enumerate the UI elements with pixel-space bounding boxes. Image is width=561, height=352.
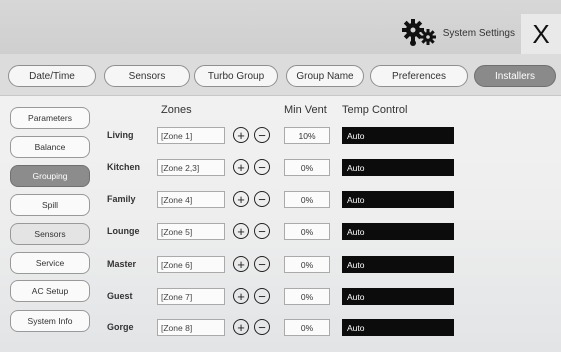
sidebar-item-spill[interactable]: Spill bbox=[10, 194, 90, 216]
min-vent-value-lounge: 0% bbox=[284, 223, 330, 240]
minus-icon[interactable]: − bbox=[254, 223, 270, 239]
temp-control-select-master[interactable]: Auto bbox=[342, 256, 454, 273]
zone-field-family[interactable]: [Zone 4] bbox=[157, 191, 225, 208]
tab-sensors[interactable]: Sensors bbox=[104, 65, 190, 87]
sidebar-item-sensors[interactable]: Sensors bbox=[10, 223, 90, 245]
plus-icon[interactable]: + bbox=[233, 319, 249, 335]
min-vent-value-living: 10% bbox=[284, 127, 330, 144]
plus-icon[interactable]: + bbox=[233, 288, 249, 304]
tab-installers[interactable]: Installers bbox=[474, 65, 556, 87]
title-group: System Settings bbox=[401, 18, 515, 48]
room-label-family: Family bbox=[107, 194, 136, 204]
min-vent-value-guest: 0% bbox=[284, 288, 330, 305]
zone-field-gorge[interactable]: [Zone 8] bbox=[157, 319, 225, 336]
sidebar-item-system-info[interactable]: System Info bbox=[10, 310, 90, 332]
zones-column-header: Zones bbox=[161, 104, 192, 116]
sidebar-item-ac-setup[interactable]: AC Setup bbox=[10, 280, 90, 302]
temp-control-select-gorge[interactable]: Auto bbox=[342, 319, 454, 336]
plus-icon[interactable]: + bbox=[233, 159, 249, 175]
tab-preferences[interactable]: Preferences bbox=[370, 65, 468, 87]
zone-field-kitchen[interactable]: [Zone 2,3] bbox=[157, 159, 225, 176]
tab-group-name[interactable]: Group Name bbox=[286, 65, 364, 87]
close-button[interactable]: X bbox=[521, 14, 561, 54]
room-label-gorge: Gorge bbox=[107, 322, 134, 332]
minus-icon[interactable]: − bbox=[254, 127, 270, 143]
room-label-lounge: Lounge bbox=[107, 226, 140, 236]
min-vent-value-family: 0% bbox=[284, 191, 330, 208]
minus-icon[interactable]: − bbox=[254, 288, 270, 304]
zone-field-master[interactable]: [Zone 6] bbox=[157, 256, 225, 273]
sidebar-item-grouping[interactable]: Grouping bbox=[10, 165, 90, 187]
room-label-master: Master bbox=[107, 259, 137, 269]
tab-bar: Date/Time Sensors Turbo Group Group Name… bbox=[0, 54, 561, 96]
plus-icon[interactable]: + bbox=[233, 127, 249, 143]
plus-icon[interactable]: + bbox=[233, 191, 249, 207]
sidebar-item-service[interactable]: Service bbox=[10, 252, 90, 274]
plus-icon[interactable]: + bbox=[233, 223, 249, 239]
min-vent-column-header: Min Vent bbox=[284, 104, 327, 116]
zone-field-living[interactable]: [Zone 1] bbox=[157, 127, 225, 144]
minus-icon[interactable]: − bbox=[254, 159, 270, 175]
min-vent-value-master: 0% bbox=[284, 256, 330, 273]
minus-icon[interactable]: − bbox=[254, 319, 270, 335]
plus-icon[interactable]: + bbox=[233, 256, 249, 272]
sidebar-item-parameters[interactable]: Parameters bbox=[10, 107, 90, 129]
temp-control-select-guest[interactable]: Auto bbox=[342, 288, 454, 305]
temp-control-column-header: Temp Control bbox=[342, 104, 408, 116]
tab-turbo-group[interactable]: Turbo Group bbox=[194, 65, 278, 87]
temp-control-select-living[interactable]: Auto bbox=[342, 127, 454, 144]
min-vent-value-kitchen: 0% bbox=[284, 159, 330, 176]
room-label-guest: Guest bbox=[107, 291, 133, 301]
minus-icon[interactable]: − bbox=[254, 256, 270, 272]
temp-control-select-lounge[interactable]: Auto bbox=[342, 223, 454, 240]
room-label-kitchen: Kitchen bbox=[107, 162, 141, 172]
zone-field-lounge[interactable]: [Zone 5] bbox=[157, 223, 225, 240]
temp-control-select-family[interactable]: Auto bbox=[342, 191, 454, 208]
header-bar: System Settings X bbox=[0, 0, 561, 54]
room-label-living: Living bbox=[107, 130, 134, 140]
zone-field-guest[interactable]: [Zone 7] bbox=[157, 288, 225, 305]
temp-control-select-kitchen[interactable]: Auto bbox=[342, 159, 454, 176]
sidebar-item-balance[interactable]: Balance bbox=[10, 136, 90, 158]
min-vent-value-gorge: 0% bbox=[284, 319, 330, 336]
minus-icon[interactable]: − bbox=[254, 191, 270, 207]
tab-date-time[interactable]: Date/Time bbox=[8, 65, 96, 87]
page-title: System Settings bbox=[442, 27, 515, 39]
gears-icon bbox=[401, 19, 436, 46]
